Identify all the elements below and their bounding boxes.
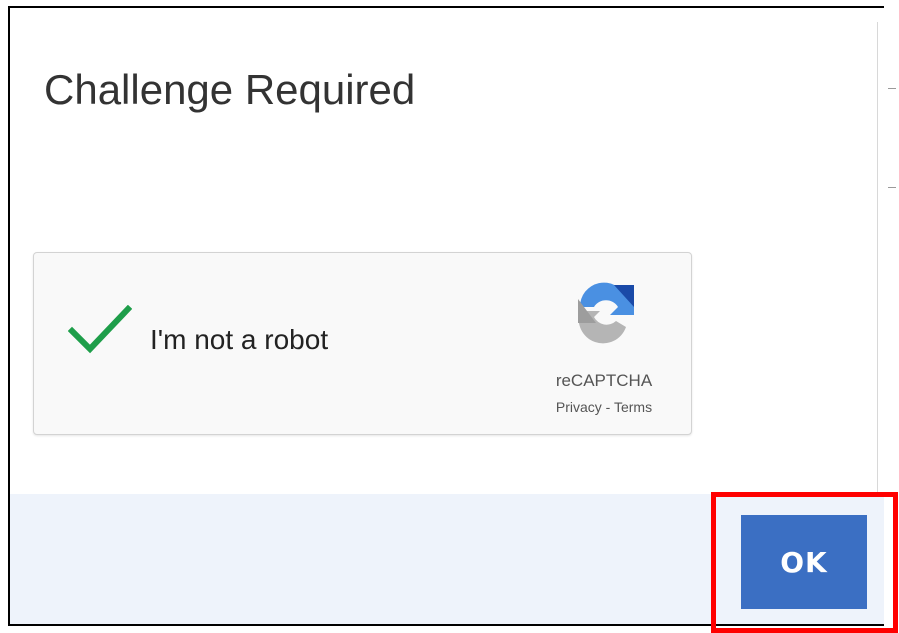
link-separator: - (601, 399, 614, 415)
recaptcha-logo-icon (578, 282, 634, 344)
terms-link[interactable]: Terms (614, 399, 652, 415)
captcha-label: I'm not a robot (150, 324, 329, 355)
dialog-title: Challenge Required (44, 66, 416, 113)
ok-button[interactable]: OK (741, 515, 867, 609)
dialog-divider (877, 22, 878, 492)
scrollbar-tick (888, 187, 896, 188)
privacy-terms-row: Privacy - Terms (534, 399, 674, 415)
scrollbar-tick (888, 88, 896, 89)
checkmark-icon[interactable] (68, 305, 132, 355)
recaptcha-widget: I'm not a robot reCAPTCHA Privacy - Term… (33, 252, 692, 435)
recaptcha-brand: reCAPTCHA (555, 371, 653, 390)
screenshot-frame: Challenge Required I'm not a robot reCAP… (0, 0, 899, 633)
privacy-link[interactable]: Privacy (556, 399, 602, 415)
